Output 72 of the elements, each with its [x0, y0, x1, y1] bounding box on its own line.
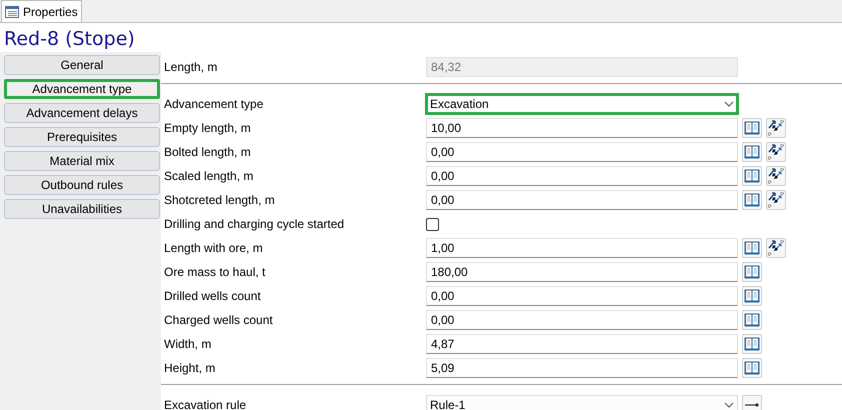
field-label: Drilling and charging cycle started — [164, 216, 346, 233]
checkbox[interactable] — [426, 218, 439, 230]
dropdown-field[interactable]: Rule-1 — [426, 395, 738, 410]
book-button[interactable] — [742, 166, 762, 186]
book-icon — [744, 337, 760, 351]
number-field[interactable]: 0,00 — [426, 142, 738, 162]
arrows-icon — [767, 119, 785, 137]
measure-button[interactable] — [766, 166, 786, 186]
field-label: Charged wells count — [164, 312, 274, 329]
number-field[interactable]: 180,00 — [426, 262, 738, 282]
field-label: Excavation rule — [164, 397, 248, 410]
arrows-icon — [767, 167, 785, 185]
book-button[interactable] — [742, 142, 762, 162]
book-icon — [744, 361, 760, 375]
section-button[interactable]: Advancement delays — [4, 103, 160, 123]
go-button[interactable] — [742, 395, 762, 410]
arrows-icon — [767, 191, 785, 209]
field-label: Length, m — [164, 59, 218, 76]
field-label: Width, m — [164, 336, 212, 353]
field-label: Length with ore, m — [164, 240, 264, 257]
book-button[interactable] — [742, 334, 762, 354]
book-button[interactable] — [742, 190, 762, 210]
table-icon — [5, 6, 19, 18]
measure-button[interactable] — [766, 142, 786, 162]
dropdown-field[interactable]: Excavation — [425, 93, 739, 115]
number-field[interactable]: 0,00 — [426, 166, 738, 186]
field-label: Scaled length, m — [164, 168, 254, 185]
section-button[interactable]: General — [4, 55, 160, 75]
number-field[interactable]: 1,00 — [426, 238, 738, 258]
section-button[interactable]: Material mix — [4, 151, 160, 171]
book-button[interactable] — [742, 118, 762, 138]
book-button[interactable] — [742, 262, 762, 282]
book-icon — [744, 313, 760, 327]
properties-tab[interactable]: Properties — [1, 0, 82, 22]
number-field[interactable]: 10,00 — [426, 118, 738, 138]
measure-button[interactable] — [766, 238, 786, 258]
arrow-right-icon — [745, 402, 759, 408]
arrows-icon — [767, 239, 785, 257]
book-icon — [744, 121, 760, 135]
field-label: Empty length, m — [164, 120, 252, 137]
section-button[interactable]: Unavailabilities — [4, 199, 160, 219]
field-label: Drilled wells count — [164, 288, 262, 305]
chevron-down-icon — [724, 101, 734, 107]
number-field[interactable]: 0,00 — [426, 310, 738, 330]
book-button[interactable] — [742, 358, 762, 378]
book-icon — [744, 169, 760, 183]
field-label: Height, m — [164, 360, 216, 377]
field-label: Advancement type — [164, 96, 264, 113]
section-button[interactable]: Outbound rules — [4, 175, 160, 195]
number-field[interactable]: 5,09 — [426, 358, 738, 378]
chevron-down-icon — [724, 402, 734, 408]
book-icon — [744, 193, 760, 207]
number-field[interactable]: 0,00 — [426, 190, 738, 210]
book-button[interactable] — [742, 310, 762, 330]
field-label: Shotcreted length, m — [164, 192, 276, 209]
book-icon — [744, 265, 760, 279]
field-label: Bolted length, m — [164, 144, 252, 161]
object-title: Red-8 (Stope) — [3, 27, 136, 52]
book-icon — [744, 289, 760, 303]
field-label: Ore mass to haul, t — [164, 264, 266, 281]
section-button[interactable]: Advancement type — [4, 79, 160, 99]
measure-button[interactable] — [766, 190, 786, 210]
book-icon — [744, 241, 760, 255]
number-field[interactable]: 0,00 — [426, 286, 738, 306]
book-button[interactable] — [742, 286, 762, 306]
measure-button[interactable] — [766, 118, 786, 138]
section-button[interactable]: Prerequisites — [4, 127, 160, 147]
length-field: 84,32 — [426, 57, 738, 77]
book-icon — [744, 145, 760, 159]
book-button[interactable] — [742, 238, 762, 258]
arrows-icon — [767, 143, 785, 161]
number-field[interactable]: 4,87 — [426, 334, 738, 354]
